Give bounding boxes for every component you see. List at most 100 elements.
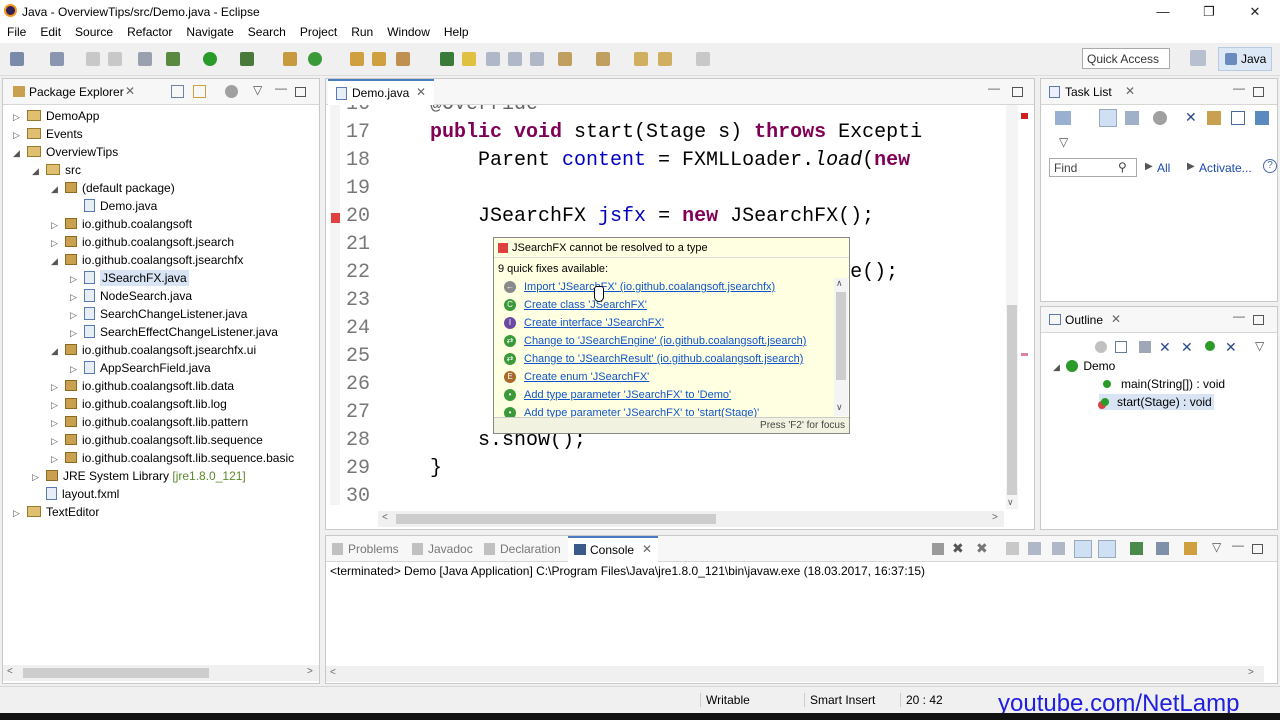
expand-icon[interactable]: ▷ [51,216,61,234]
view-menu-icon[interactable]: ▽ [1255,339,1264,353]
tree-item[interactable]: ▷ DemoApp [3,107,319,125]
quick-fix-item[interactable]: ⇄ Change to 'JSearchEngine' (io.github.co… [494,332,834,350]
scroll-thumb[interactable] [23,668,209,678]
new-package-icon[interactable] [283,52,297,66]
debug-icon[interactable] [166,52,180,66]
forward-icon[interactable] [696,52,710,66]
expand-icon[interactable]: ▷ [13,504,23,522]
highlight-icon[interactable] [462,52,476,66]
tree-item[interactable]: ▷ TextEditor [3,503,319,521]
quick-fix-item[interactable]: ⇄ Change to 'JSearchResult' (io.github.co… [494,350,834,368]
hide-nonpublic-icon[interactable]: ✕ [1159,339,1171,356]
remove-all-icon[interactable]: ✖ [976,540,988,557]
code-line[interactable]: 29 } [340,455,1004,483]
tree-item[interactable]: ▷ io.github.coalangsoft.lib.log [3,395,319,413]
package-explorer-title[interactable]: Package Explorer [29,85,124,99]
quick-fix-item[interactable]: ← Import 'JSearchFX' (io.github.coalangso… [494,278,834,296]
quick-access-input[interactable]: Quick Access [1082,48,1170,69]
scroll-down-icon[interactable]: ∨ [1007,497,1014,508]
tab-declaration[interactable]: Declaration [500,542,561,556]
tree-item[interactable]: Demo.java [3,197,319,215]
tree-item[interactable]: ▷ JRE System Library [jre1.8.0_121] [3,467,319,485]
editor-vscroll-thumb[interactable] [1007,305,1017,495]
expand-icon[interactable]: ▷ [70,324,80,342]
scroll-right-icon[interactable]: > [1248,667,1254,678]
menu-refactor[interactable]: Refactor [120,23,179,39]
search-icon[interactable] [396,52,410,66]
code-line[interactable]: 30 [340,483,1004,511]
categorized-icon[interactable] [1099,109,1117,127]
tree-item[interactable]: ▷ Events [3,125,319,143]
code-line[interactable]: 16 @Override [340,105,1004,119]
overview-occurrence-icon[interactable] [1021,353,1028,356]
expand-icon[interactable]: ◢ [51,252,61,270]
editor-vertical-scrollbar[interactable]: ∨ [1006,105,1018,509]
package-explorer-scrollbar[interactable]: < > [3,665,319,681]
public-icon[interactable] [1205,341,1215,351]
expand-icon[interactable]: ▷ [70,360,80,378]
tree-item[interactable]: ▷ SearchChangeListener.java [3,305,319,323]
tree-item[interactable]: ▷ io.github.coalangsoft.lib.pattern [3,413,319,431]
toggle-mark-icon[interactable] [440,52,454,66]
remove-launch-icon[interactable]: ✖ [952,540,964,557]
close-tab-icon[interactable]: ✕ [1125,84,1135,98]
maximize-view-icon[interactable] [1253,315,1264,325]
close-tab-icon[interactable]: ✕ [1111,312,1121,326]
tree-item[interactable]: ▷ io.github.coalangsoft [3,215,319,233]
tree-item[interactable]: ▷ SearchEffectChangeListener.java [3,323,319,341]
expand-icon[interactable]: ◢ [51,342,61,360]
tasklist-all-link[interactable]: All [1157,161,1170,175]
expand-icon[interactable]: ▷ [70,306,80,324]
minimize-view-icon[interactable]: — [1232,538,1244,552]
clear-console-icon[interactable] [1006,542,1019,555]
outline-title[interactable]: Outline [1065,313,1103,327]
qf-scroll-thumb[interactable] [836,292,846,380]
expand-icon[interactable]: ▷ [51,414,61,432]
search-icon[interactable]: ⚲ [1118,160,1127,174]
menu-navigate[interactable]: Navigate [179,23,240,39]
expand-icon[interactable]: ▷ [13,108,23,126]
quick-fix-item[interactable]: • Add type parameter 'JSearchFX' to 'star… [494,404,834,418]
tab-javadoc[interactable]: Javadoc [428,542,473,556]
code-line[interactable]: 17 public void start(Stage s) throws Exc… [340,119,1004,147]
hide-static-icon[interactable] [1139,341,1151,353]
block-select-icon[interactable] [486,52,500,66]
link-editor-icon[interactable] [193,85,206,98]
new-task-icon[interactable] [1055,111,1071,125]
quick-fix-item[interactable]: • Add type parameter 'JSearchFX' to 'Demo… [494,386,834,404]
hscroll-left-icon[interactable]: < [382,512,388,523]
maximize-view-icon[interactable] [1253,87,1264,97]
expand-icon[interactable]: ▷ [32,468,42,486]
tree-item[interactable]: ▷ NodeSearch.java [3,287,319,305]
new-project-icon[interactable] [50,52,64,66]
code-line[interactable]: 18 Parent content = FXMLLoader.load(new [340,147,1004,175]
expand-icon[interactable]: ▷ [70,288,80,306]
menu-edit[interactable]: Edit [33,23,68,39]
expand-icon[interactable]: ▷ [13,126,23,144]
display-console-icon[interactable] [1156,542,1169,555]
quick-fix-item[interactable]: I Create interface 'JSearchFX' [494,314,834,332]
java-perspective-button[interactable]: Java [1218,47,1272,71]
hscroll-right-icon[interactable]: > [992,512,998,523]
maximize-editor-icon[interactable] [1012,87,1023,97]
tree-item[interactable]: ◢ io.github.coalangsoft.jsearchfx.ui [3,341,319,359]
open-console-icon[interactable] [1184,542,1197,555]
new-class-icon[interactable] [308,52,322,66]
menu-project[interactable]: Project [293,23,344,39]
word-wrap-icon[interactable] [508,52,522,66]
code-line[interactable]: 19 [340,175,1004,203]
minimize-view-icon[interactable]: — [1233,309,1245,323]
last-edit-icon[interactable] [634,52,648,66]
filter-icon[interactable] [1153,111,1167,125]
quick-fix-item[interactable]: C Create class 'JSearchFX' [494,296,834,314]
menu-run[interactable]: Run [344,23,380,39]
close-tab-icon[interactable]: ✕ [416,85,426,99]
minimize-button[interactable]: — [1140,0,1186,23]
save-all-icon[interactable] [108,52,122,66]
hide-fields-icon[interactable] [1095,341,1107,353]
editor-tab-demo[interactable]: Demo.java ✕ [328,79,434,105]
tab-console[interactable]: Console ✕ [568,536,658,562]
filter-icon[interactable] [225,85,238,98]
word-wrap-icon[interactable] [1052,542,1065,555]
coverage-icon[interactable] [240,52,254,66]
